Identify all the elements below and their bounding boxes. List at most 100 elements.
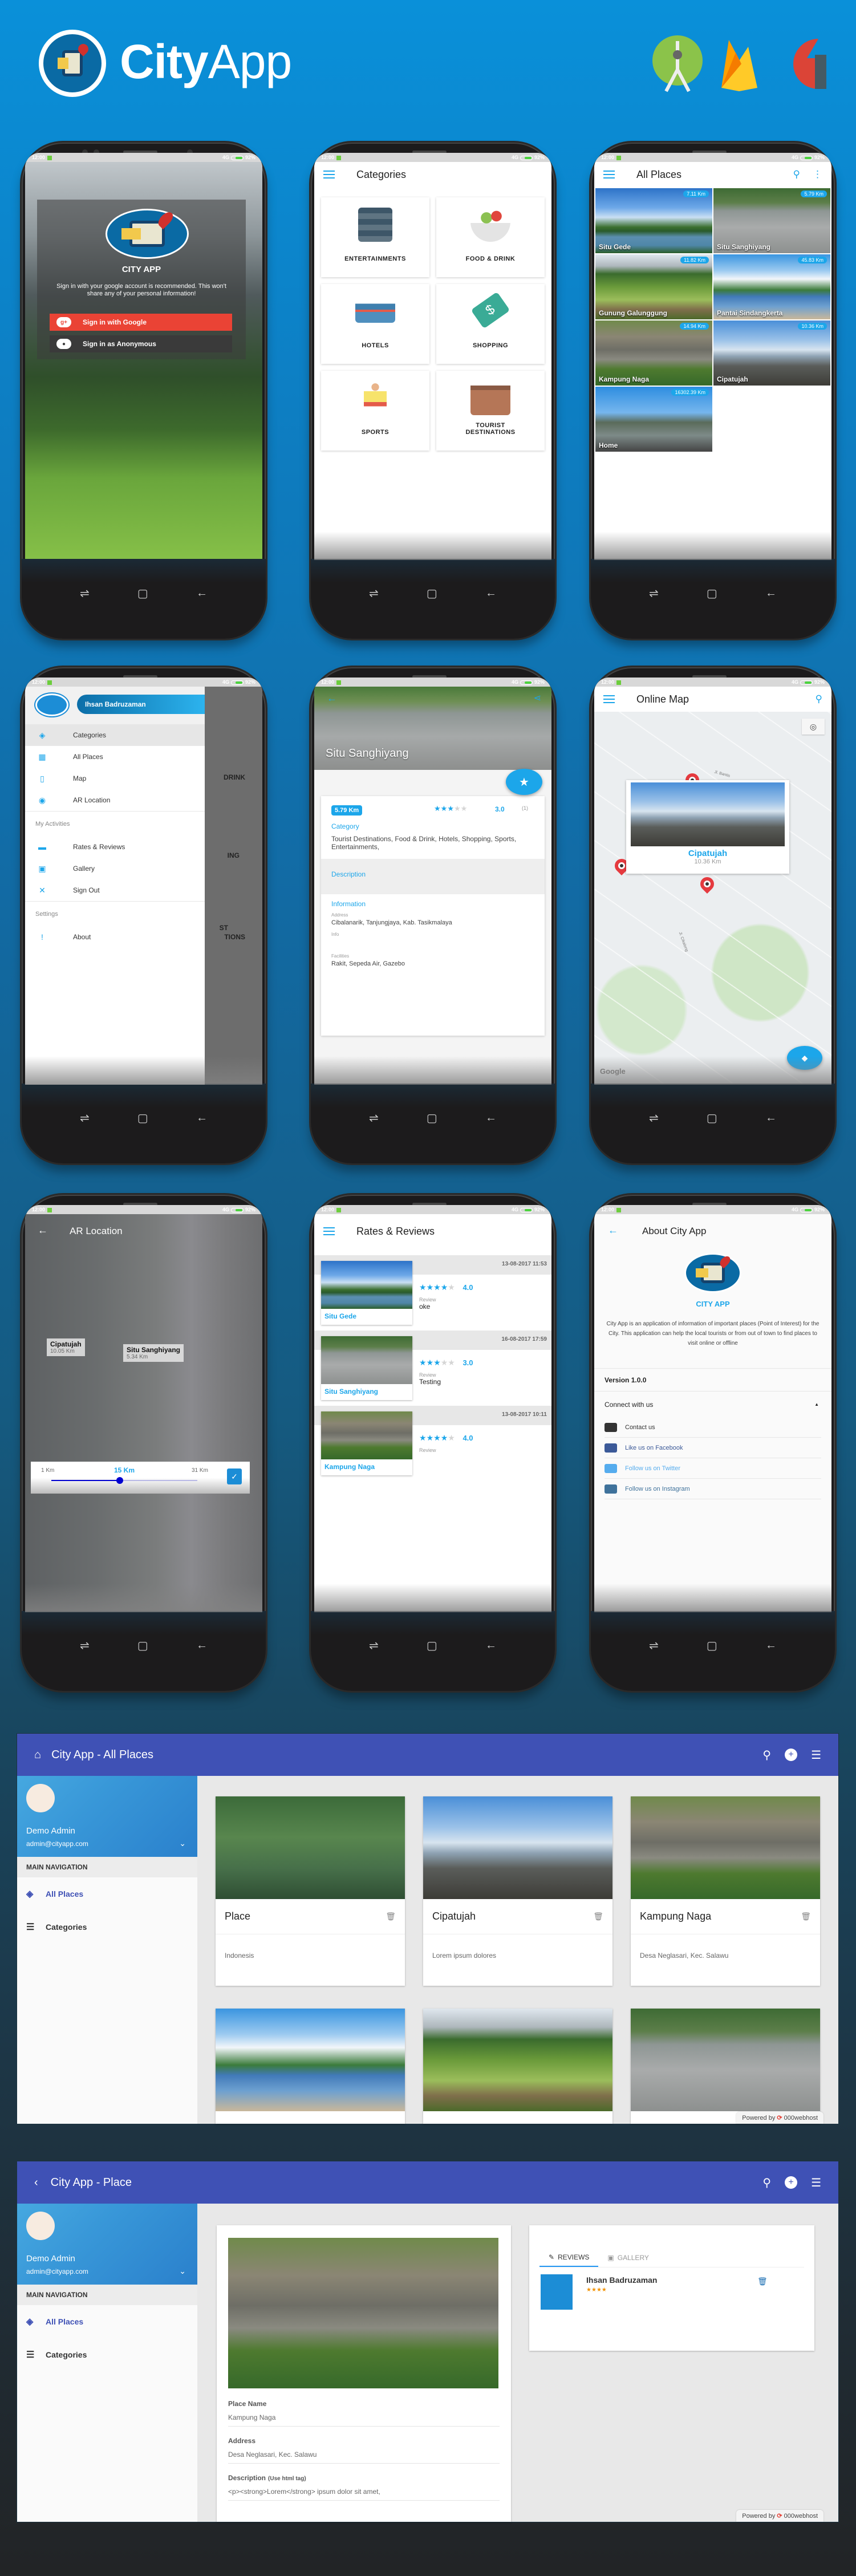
review-item[interactable]: 13-08-2017 10:11 Kampung Naga ★★★★★ 4.0 R…	[314, 1406, 551, 1481]
menu-icon[interactable]	[323, 171, 335, 179]
back-button[interactable]: ←	[485, 587, 497, 600]
nav-item-categories[interactable]: ☰ Categories	[17, 2338, 197, 2371]
home-button[interactable]: ▢	[707, 1638, 717, 1653]
place-tile[interactable]: 16302.39 Km Home	[595, 387, 712, 452]
place-tile[interactable]: 10.36 Km Cipatujah	[713, 321, 830, 386]
home-button[interactable]: ▢	[427, 1111, 437, 1125]
more-vert-icon[interactable]: ⋮	[813, 169, 822, 180]
home-button[interactable]: ▢	[707, 586, 717, 601]
sign-in-anonymous-button[interactable]: ● Sign in as Anonymous	[50, 335, 232, 352]
home-button[interactable]: ▢	[427, 1638, 437, 1653]
category-tile[interactable]: ENTERTAINMENTS	[321, 197, 429, 277]
share-icon[interactable]: ⋖	[534, 692, 541, 704]
about-link-item[interactable]: Like us on Facebook	[605, 1438, 821, 1458]
menu-icon[interactable]	[603, 171, 615, 179]
review-item[interactable]: 13-08-2017 11:53 Situ Gede ★★★★★ 4.0 Revi…	[314, 1255, 551, 1330]
search-icon[interactable]: ⚲	[793, 169, 800, 180]
place-tile[interactable]: 11.82 Km Gunung Galunggung	[595, 254, 712, 319]
about-link-item[interactable]: Follow us on Instagram	[605, 1479, 821, 1499]
category-tile[interactable]: SPORTS	[321, 371, 429, 451]
review-item[interactable]: 16-08-2017 17:59 Situ Sanghiyang ★★★★★ 3…	[314, 1330, 551, 1406]
back-button[interactable]: ←	[485, 1111, 497, 1125]
drawer-item-map[interactable]: ▯ Map	[25, 768, 205, 789]
drawer-item-gallery[interactable]: ▣ Gallery	[25, 858, 205, 879]
place-card[interactable]	[423, 2009, 612, 2124]
home-button[interactable]: ▢	[707, 1111, 717, 1125]
back-button[interactable]: ←	[196, 1639, 208, 1652]
category-tile[interactable]: FOOD & DRINK	[436, 197, 545, 277]
tab-reviews[interactable]: ✎ REVIEWS	[539, 2248, 599, 2267]
range-slider-thumb[interactable]	[116, 1477, 123, 1484]
about-link-item[interactable]: Follow us on Twitter	[605, 1458, 821, 1479]
search-icon[interactable]: ⚲	[816, 693, 822, 705]
place-card[interactable]: Cipatujah 🗑 Lorem ipsum dolores	[423, 1796, 612, 1986]
menu-icon[interactable]: ☰	[811, 1748, 821, 1762]
recent-apps-button[interactable]: ⇌	[649, 586, 659, 601]
drawer-item-all-places[interactable]: ▦ All Places	[25, 746, 205, 768]
recent-apps-button[interactable]: ⇌	[649, 1111, 659, 1125]
category-tile[interactable]: TOURIST DESTINATIONS	[436, 371, 545, 451]
nav-item-all-places[interactable]: ◈ All Places	[17, 2305, 197, 2338]
category-tile[interactable]: HOTELS	[321, 284, 429, 364]
recent-apps-button[interactable]: ⇌	[369, 1638, 379, 1653]
back-arrow-icon[interactable]: ←	[608, 1224, 618, 1236]
place-card[interactable]	[631, 2009, 820, 2124]
form-field-input[interactable]: Desa Neglasari, Kec. Salawu	[228, 2451, 500, 2459]
back-button[interactable]: ←	[765, 587, 777, 600]
menu-icon[interactable]: ☰	[811, 2176, 821, 2190]
add-button[interactable]: +	[785, 2176, 798, 2189]
place-tile[interactable]: 5.79 Km Situ Sanghiyang	[713, 188, 830, 253]
map-canvas[interactable]: Jl. Bantis Jl. Cikalong ◎ Cipatujah 10.3…	[594, 712, 831, 1085]
back-button[interactable]: ←	[765, 1639, 777, 1652]
back-chevron-icon[interactable]: ‹	[34, 2176, 38, 2189]
back-button[interactable]: ←	[196, 1111, 208, 1125]
delete-icon[interactable]: 🗑	[386, 1912, 396, 1921]
recent-apps-button[interactable]: ⇌	[369, 1111, 379, 1125]
directions-button[interactable]: ◆	[787, 1046, 822, 1070]
form-field-input[interactable]: <p><strong>Lorem</strong> ipsum dolor si…	[228, 2488, 500, 2496]
powered-by-badge[interactable]: Powered by ⟳ 000webhost	[736, 2510, 823, 2522]
place-card[interactable]	[216, 2009, 405, 2124]
range-slider[interactable]	[51, 1477, 197, 1484]
my-location-button[interactable]: ◎	[802, 719, 825, 735]
ar-marker[interactable]: Situ Sanghiyang 5.34 Km	[123, 1344, 184, 1362]
delete-icon[interactable]: 🗑	[801, 1912, 811, 1921]
back-arrow-icon[interactable]: ←	[38, 1224, 48, 1236]
add-place-button[interactable]: +	[785, 1749, 798, 1761]
menu-icon[interactable]	[323, 1227, 335, 1235]
recent-apps-button[interactable]: ⇌	[80, 586, 90, 601]
powered-by-badge[interactable]: Powered by ⟳ 000webhost	[736, 2112, 823, 2124]
ar-marker[interactable]: Cipatujah 10.05 Km	[47, 1338, 85, 1356]
place-tile[interactable]: 45.83 Km Pantai Sindangkerta	[713, 254, 830, 319]
form-field-input[interactable]: Kampung Naga	[228, 2413, 500, 2421]
back-button[interactable]: ←	[196, 587, 208, 600]
recent-apps-button[interactable]: ⇌	[649, 1638, 659, 1653]
back-arrow-icon[interactable]: ←	[327, 692, 337, 704]
drawer-item-categories[interactable]: ◈ Categories	[25, 724, 205, 746]
drawer-item-about[interactable]: ! About	[25, 926, 205, 948]
chevron-down-icon[interactable]: ⌄	[179, 1839, 186, 1848]
search-icon[interactable]: ⚲	[762, 1748, 771, 1762]
delete-review-icon[interactable]: 🗑	[757, 2277, 768, 2286]
chevron-down-icon[interactable]: ⌄	[179, 2266, 186, 2276]
recent-apps-button[interactable]: ⇌	[80, 1638, 90, 1653]
marker-info-window[interactable]: Cipatujah 10.36 Km	[626, 780, 789, 874]
delete-icon[interactable]: 🗑	[593, 1912, 603, 1921]
home-button[interactable]: ▢	[137, 1638, 148, 1653]
place-card[interactable]: Place 🗑 Indonesis	[216, 1796, 405, 1986]
home-icon[interactable]: ⌂	[34, 1749, 41, 1762]
tab-gallery[interactable]: ▣ GALLERY	[598, 2248, 658, 2267]
back-button[interactable]: ←	[765, 1111, 777, 1125]
nav-item-all-places[interactable]: ◈ All Places	[17, 1877, 197, 1910]
map-marker[interactable]	[697, 874, 717, 894]
place-image[interactable]	[228, 2238, 498, 2388]
rate-place-button[interactable]: ★	[506, 769, 542, 795]
search-icon[interactable]: ⚲	[762, 2176, 771, 2190]
recent-apps-button[interactable]: ⇌	[80, 1111, 90, 1125]
home-button[interactable]: ▢	[427, 586, 437, 601]
place-card[interactable]: Kampung Naga 🗑 Desa Neglasari, Kec. Salawu	[631, 1796, 820, 1986]
sign-in-google-button[interactable]: g+ Sign in with Google	[50, 314, 232, 331]
place-tile[interactable]: 14.94 Km Kampung Naga	[595, 321, 712, 386]
place-tile[interactable]: 7.11 Km Situ Gede	[595, 188, 712, 253]
home-button[interactable]: ▢	[137, 586, 148, 601]
